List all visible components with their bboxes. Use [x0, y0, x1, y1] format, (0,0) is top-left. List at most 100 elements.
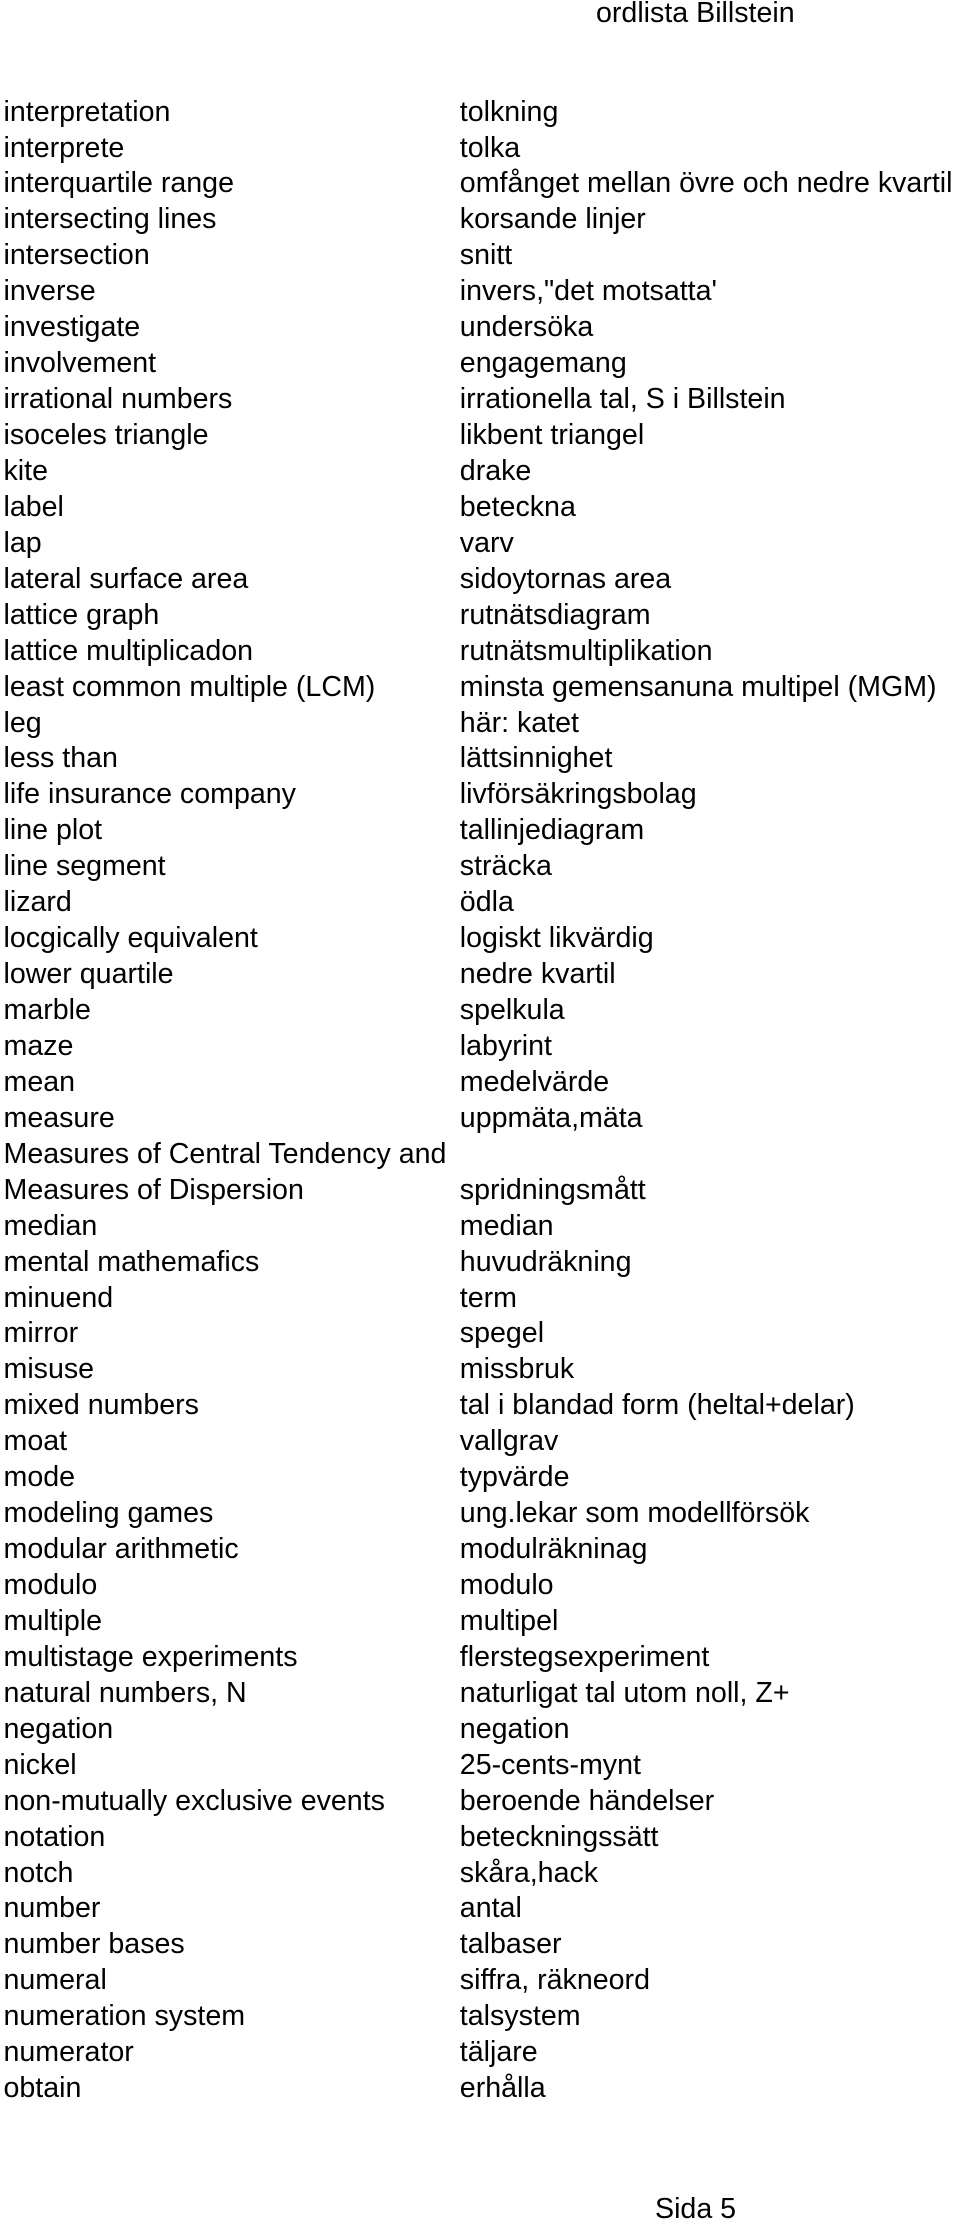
- english-term: locgically equivalent: [3, 922, 258, 955]
- swedish-translation: tolka: [459, 131, 521, 164]
- glossary-row: mixed numbers tal i blandad form (heltal…: [0, 1388, 960, 1424]
- english-term: lap: [3, 526, 42, 559]
- swedish-translation: beteckningssätt: [459, 1820, 659, 1853]
- swedish-translation: naturligat tal utom noll, Z+: [459, 1676, 790, 1709]
- english-term: measure: [3, 1101, 115, 1134]
- swedish-translation: skåra,hack: [459, 1856, 599, 1889]
- english-term: multistage experiments: [3, 1640, 298, 1673]
- swedish-translation: negation: [459, 1712, 570, 1745]
- swedish-translation: här: katet: [459, 706, 580, 739]
- glossary-row: measure uppmäta,mäta: [0, 1101, 960, 1137]
- swedish-translation: minsta gemensanuna multipel (MGM): [459, 670, 937, 703]
- swedish-translation: spelkula: [459, 994, 565, 1027]
- glossary-row: interpretation tolkning: [0, 95, 960, 131]
- glossary-row: life insurance company livförsäkringsbol…: [0, 777, 960, 813]
- swedish-translation: täljare: [459, 2036, 538, 2069]
- swedish-translation: uppmäta,mäta: [459, 1101, 643, 1134]
- english-term: Measures of Central Tendency and: [3, 1137, 447, 1170]
- glossary-row: notch skåra,hack: [0, 1856, 960, 1892]
- english-term: minuend: [3, 1281, 114, 1314]
- swedish-translation: invers,"det motsatta': [459, 275, 717, 308]
- english-term: multiple: [3, 1604, 103, 1637]
- english-term: numerator: [3, 2036, 134, 2069]
- glossary-row: non-mutually exclusive events beroende h…: [0, 1784, 960, 1820]
- swedish-translation: korsande linjer: [459, 203, 646, 236]
- swedish-translation: flerstegsexperiment: [459, 1640, 710, 1673]
- english-term: mental mathemafics: [3, 1245, 260, 1278]
- swedish-translation: erhålla: [459, 2072, 546, 2105]
- swedish-translation: tolkning: [459, 95, 559, 128]
- swedish-translation: nedre kvartil: [459, 958, 616, 991]
- english-term: investigate: [3, 311, 141, 344]
- glossary-row: inverse invers,"det motsatta': [0, 274, 960, 310]
- swedish-translation: livförsäkringsbolag: [459, 778, 697, 811]
- glossary-row: median median: [0, 1209, 960, 1245]
- english-term: obtain: [3, 2072, 82, 2105]
- glossary-list: interpretation tolkning interprete tolka…: [0, 95, 960, 2108]
- english-term: non-mutually exclusive events: [3, 1784, 385, 1817]
- swedish-translation: snitt: [459, 239, 513, 272]
- english-term: label: [3, 490, 64, 523]
- glossary-row: lower quartile nedre kvartil: [0, 957, 960, 993]
- glossary-row: numerator täljare: [0, 2035, 960, 2071]
- english-term: marble: [3, 994, 91, 1027]
- english-term: kite: [3, 454, 49, 487]
- page-number: Sida 5: [655, 2193, 737, 2225]
- english-term: lattice multiplicadon: [3, 634, 254, 667]
- english-term: misuse: [3, 1353, 95, 1386]
- swedish-translation: undersöka: [459, 311, 594, 344]
- glossary-row: negation negation: [0, 1712, 960, 1748]
- swedish-translation: rutnätsdiagram: [459, 598, 651, 631]
- english-term: line plot: [3, 814, 103, 847]
- swedish-translation: ung.lekar som modellförsök: [459, 1497, 810, 1530]
- glossary-row: multistage experiments flerstegsexperime…: [0, 1640, 960, 1676]
- glossary-row: lizard ödla: [0, 885, 960, 921]
- glossary-row: intersecting lines korsande linjer: [0, 202, 960, 238]
- swedish-translation: sidoytornas area: [459, 562, 672, 595]
- page-header-title: ordlista Billstein: [596, 0, 795, 29]
- english-term: lizard: [3, 886, 72, 919]
- glossary-row: lattice graph rutnätsdiagram: [0, 598, 960, 634]
- glossary-row: investigate undersöka: [0, 310, 960, 346]
- english-term: mirror: [3, 1317, 79, 1350]
- english-term: intersecting lines: [3, 203, 217, 236]
- swedish-translation: 25-cents-mynt: [459, 1748, 641, 1781]
- glossary-row: line segment sträcka: [0, 849, 960, 885]
- glossary-row: intersection snitt: [0, 238, 960, 274]
- glossary-row: nickel 25-cents-mynt: [0, 1748, 960, 1784]
- english-term: Measures of Dispersion: [3, 1173, 304, 1206]
- english-term: modulo: [3, 1569, 98, 1602]
- english-term: lattice graph: [3, 598, 160, 631]
- swedish-translation: lättsinnighet: [459, 742, 613, 775]
- swedish-translation: likbent triangel: [459, 419, 645, 452]
- english-term: median: [3, 1209, 98, 1242]
- glossary-row: numeration system talsystem: [0, 1999, 960, 2035]
- swedish-translation: spridningsmått: [459, 1173, 646, 1206]
- english-term: inverse: [3, 275, 96, 308]
- glossary-row: notation beteckningssätt: [0, 1820, 960, 1856]
- english-term: natural numbers, N: [3, 1676, 247, 1709]
- swedish-translation: beroende händelser: [459, 1784, 715, 1817]
- english-term: life insurance company: [3, 778, 296, 811]
- glossary-row: numeral siffra, räkneord: [0, 1963, 960, 1999]
- glossary-row: line plot tallinjediagram: [0, 813, 960, 849]
- glossary-row: multiple multipel: [0, 1604, 960, 1640]
- glossary-row: natural numbers, N naturligat tal utom n…: [0, 1676, 960, 1712]
- swedish-translation: irrationella tal, S i Billstein: [459, 383, 786, 416]
- swedish-translation: beteckna: [459, 490, 576, 523]
- glossary-row: obtain erhålla: [0, 2071, 960, 2107]
- glossary-row: isoceles triangle likbent triangel: [0, 418, 960, 454]
- english-term: interquartile range: [3, 167, 234, 200]
- glossary-row: modular arithmetic modulräkninag: [0, 1532, 960, 1568]
- glossary-row: minuend term: [0, 1281, 960, 1317]
- swedish-translation: multipel: [459, 1604, 559, 1637]
- swedish-translation: antal: [459, 1892, 522, 1925]
- swedish-translation: spegel: [459, 1317, 545, 1350]
- english-term: modeling games: [3, 1497, 214, 1530]
- glossary-row: lateral surface area sidoytornas area: [0, 562, 960, 598]
- glossary-row: leg här: katet: [0, 706, 960, 742]
- english-term: number: [3, 1892, 101, 1925]
- glossary-row: mental mathemafics huvudräkning: [0, 1245, 960, 1281]
- english-term: line segment: [3, 850, 166, 883]
- swedish-translation: huvudräkning: [459, 1245, 632, 1278]
